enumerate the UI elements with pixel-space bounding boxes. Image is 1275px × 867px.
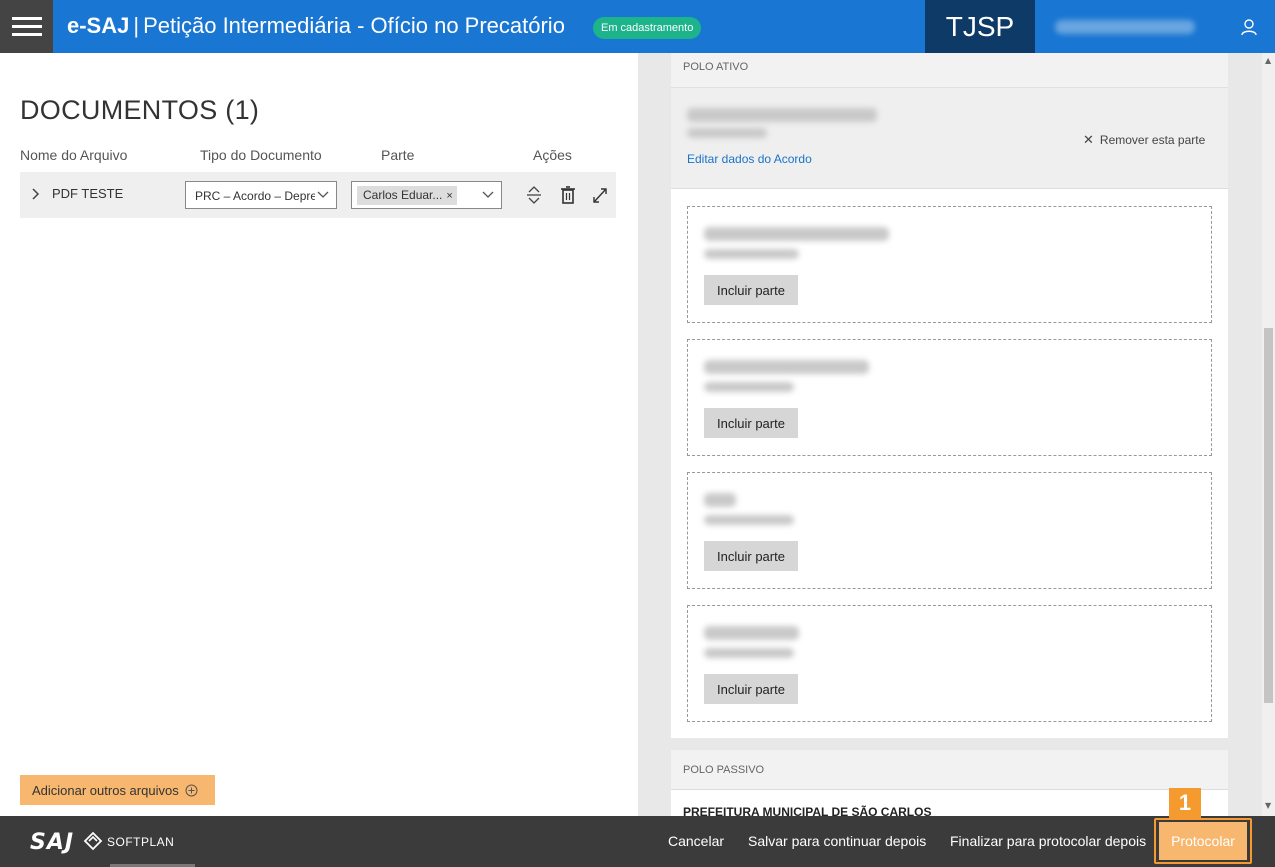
remove-party-label: Remover esta parte [1099,133,1206,147]
party-doc-redacted [704,515,794,525]
polo-passivo-card: POLO PASSIVO PREFEITURA MUNICIPAL DE SÃO… [671,750,1228,816]
footer-bar: SAJ SOFTPLAN Cancelar Salvar para contin… [0,816,1275,867]
party-chip-label: Carlos Eduar... [363,188,443,202]
step-badge: 1 [1169,788,1201,818]
expand-icon[interactable] [592,186,608,204]
column-header-party: Parte [381,147,415,163]
menu-icon[interactable] [0,0,53,53]
party-name-redacted [704,626,799,640]
plus-circle-icon [185,784,198,796]
app-title: e-SAJ | Petição Intermediária - Ofício no … [67,13,565,39]
polo-passivo-heading: POLO PASSIVO [671,750,1228,790]
column-header-file: Nome do Arquivo [20,147,128,163]
softplan-logo: SOFTPLAN [107,835,175,849]
close-icon: ✕ [1083,132,1094,147]
save-later-button[interactable]: Salvar para continuar depois [748,833,926,849]
scroll-down-icon[interactable]: ▼ [1265,801,1271,810]
app-header: e-SAJ | Petição Intermediária - Ofício no … [0,0,1275,53]
cancel-button[interactable]: Cancelar [668,833,724,849]
title-separator: | [133,13,140,38]
party-doc-redacted [704,249,799,259]
saj-logo: SAJ [30,830,75,855]
reorder-icon[interactable] [526,186,542,204]
trash-icon[interactable] [560,186,576,204]
party-doc-redacted [704,382,794,392]
chip-remove-icon[interactable]: × [446,190,452,202]
status-badge: Em cadastramento [593,17,702,39]
party-box: Incluir parte [687,206,1212,323]
document-type-select[interactable]: PRC – Acordo – Depre [185,181,337,209]
document-type-value: PRC – Acordo – Depre [195,189,315,203]
user-icon[interactable] [1240,18,1258,36]
chevron-down-icon[interactable] [482,191,494,199]
party-select[interactable]: Carlos Eduar... × [351,181,502,209]
add-files-button[interactable]: Adicionar outros arquivos [20,775,215,805]
party-name-redacted [704,227,889,241]
document-row: PDF TESTE PRC – Acordo – Depre Carlos Ed… [20,172,616,218]
party-name-redacted [704,493,736,507]
brand-logo: TJSP [925,0,1035,53]
include-party-button[interactable]: Incluir parte [704,408,798,438]
polo-ativo-card: POLO ATIVO Editar dados do Acordo ✕ Remov… [671,53,1228,738]
documents-title: DOCUMENTOS (1) [20,95,260,125]
scrollbar-thumb[interactable] [1264,328,1273,703]
polo-ativo-heading: POLO ATIVO [671,53,1228,88]
chevron-down-icon[interactable] [317,191,329,199]
softplan-logo-icon [83,831,103,851]
party-name-redacted [704,360,869,374]
scroll-up-icon[interactable]: ▲ [1265,56,1271,65]
party-doc-redacted [704,648,794,658]
include-party-button[interactable]: Incluir parte [704,674,798,704]
party-box: Incluir parte [687,472,1212,589]
column-header-type: Tipo do Documento [200,147,322,163]
include-party-button[interactable]: Incluir parte [704,541,798,571]
user-name[interactable] [1055,20,1195,34]
column-header-actions: Ações [533,147,572,163]
parties-panel: POLO ATIVO Editar dados do Acordo ✕ Remov… [638,53,1262,816]
active-party: Editar dados do Acordo ✕ Remover esta par… [671,88,1228,189]
app-name: e-SAJ [67,13,130,38]
party-name-redacted [687,108,877,122]
finalize-later-button[interactable]: Finalizar para protocolar depois [950,833,1146,849]
add-files-label: Adicionar outros arquivos [32,782,179,798]
include-party-button[interactable]: Incluir parte [704,275,798,305]
party-box: Incluir parte [687,605,1212,722]
party-box: Incluir parte [687,339,1212,456]
remove-party-button[interactable]: ✕ Remover esta parte [1083,132,1205,148]
expand-row-icon[interactable] [32,188,40,200]
party-doc-redacted [687,128,767,138]
page-title: Petição Intermediária - Ofício no Precat… [143,13,565,38]
scrollbar[interactable]: ▲ ▼ [1262,53,1275,816]
submit-button[interactable]: Protocolar [1159,822,1247,860]
passive-party-name: PREFEITURA MUNICIPAL DE SÃO CARLOS [683,805,932,816]
party-chip: Carlos Eduar... × [357,186,457,205]
file-name: PDF TESTE [52,186,124,201]
edit-agreement-link[interactable]: Editar dados do Acordo [687,152,812,166]
